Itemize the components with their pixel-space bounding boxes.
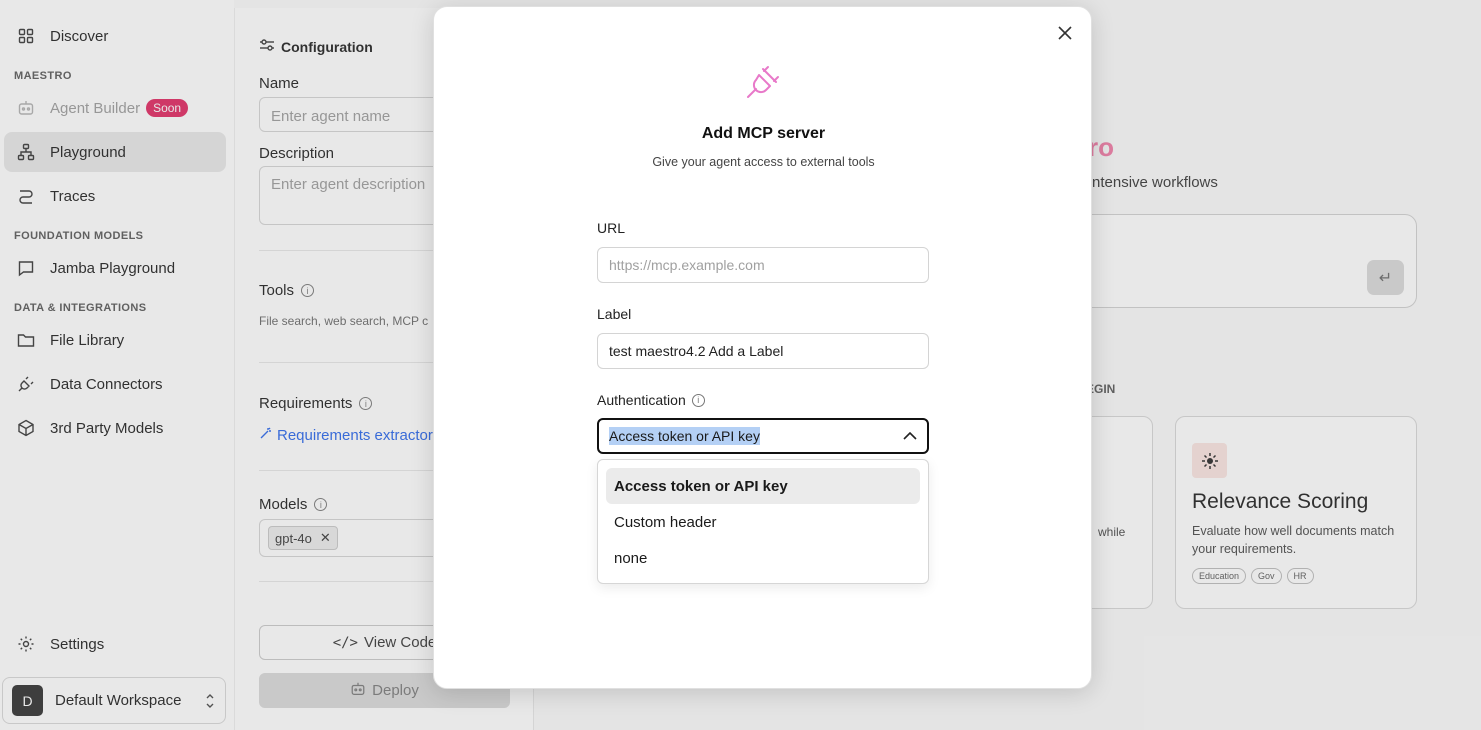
authentication-select[interactable]: Access token or API key [597,418,929,454]
dialog-subtitle: Give your agent access to external tools [652,155,875,169]
dialog-title: Add MCP server [701,125,826,142]
dropdown-option-access-token[interactable]: Access token or API key [606,468,920,504]
authentication-label: Authentication i [597,392,705,408]
authentication-dropdown: Access token or API key Custom header no… [597,459,929,584]
add-mcp-server-dialog: Add MCP server Give your agent access to… [433,6,1092,689]
label-input[interactable] [597,333,929,369]
dropdown-option-custom-header[interactable]: Custom header [606,504,920,540]
info-icon[interactable]: i [691,393,705,407]
authentication-label-text: Authentication [597,392,686,408]
plug-icon [744,61,784,101]
close-icon[interactable] [1055,23,1075,43]
url-label: URL [597,220,626,236]
authentication-selected-value: Access token or API key [609,427,760,445]
chevron-up-icon [903,427,917,445]
dropdown-option-none[interactable]: none [606,540,920,576]
url-input[interactable] [597,247,929,283]
label-label: Label [597,306,632,322]
